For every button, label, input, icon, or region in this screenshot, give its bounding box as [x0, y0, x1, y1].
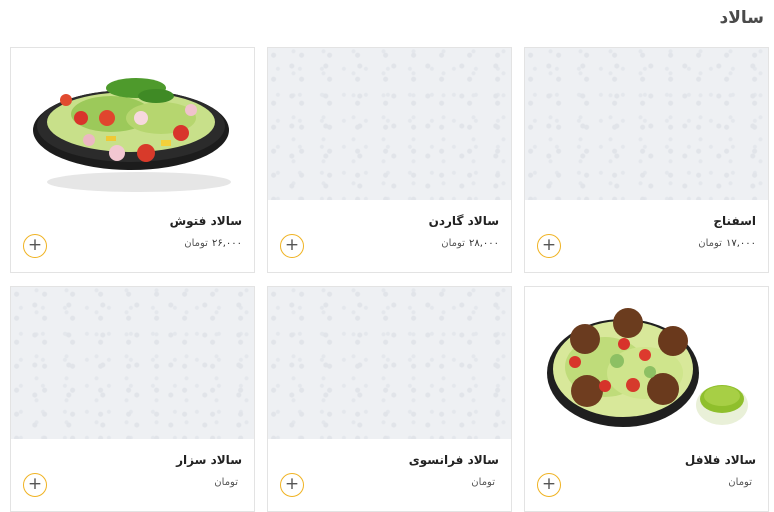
product-card[interactable]: سالاد سزار تومان +	[10, 286, 255, 512]
plus-icon: +	[284, 235, 300, 255]
product-card[interactable]: سالاد گاردن ۲۸,۰۰۰ تومان +	[267, 47, 512, 273]
plus-icon: +	[27, 235, 43, 255]
plus-icon: +	[541, 235, 557, 255]
product-price: ۲۸,۰۰۰ تومان	[441, 238, 499, 249]
plus-icon: +	[27, 474, 43, 494]
product-image-placeholder	[268, 287, 511, 439]
product-card[interactable]: اسفناج ۱۷,۰۰۰ تومان +	[524, 47, 769, 273]
product-card[interactable]: سالاد فتوش ۲۶,۰۰۰ تومان +	[10, 47, 255, 273]
price-currency: تومان	[214, 477, 238, 488]
add-to-cart-button[interactable]: +	[23, 473, 47, 497]
price-amount: ۲۸,۰۰۰	[468, 238, 499, 249]
add-to-cart-button[interactable]: +	[537, 473, 561, 497]
product-card[interactable]: سالاد فلافل تومان +	[524, 286, 769, 512]
product-price: تومان	[471, 477, 499, 488]
add-to-cart-button[interactable]: +	[280, 473, 304, 497]
product-price: ۲۶,۰۰۰ تومان	[184, 238, 242, 249]
product-name: اسفناج	[713, 214, 756, 228]
price-currency: تومان	[728, 477, 752, 488]
plus-icon: +	[284, 474, 300, 494]
price-currency: تومان	[441, 238, 465, 249]
falafel-salad-image	[525, 287, 768, 439]
product-price: ۱۷,۰۰۰ تومان	[698, 238, 756, 249]
product-name: سالاد سزار	[176, 453, 242, 467]
product-name: سالاد فلافل	[684, 453, 756, 467]
plus-icon: +	[541, 474, 557, 494]
product-image-placeholder	[11, 287, 254, 439]
product-name: سالاد گاردن	[428, 214, 499, 228]
fattoush-salad-image	[11, 48, 254, 200]
product-price: تومان	[214, 477, 242, 488]
product-card[interactable]: سالاد فرانسوی تومان +	[267, 286, 512, 512]
price-currency: تومان	[471, 477, 495, 488]
product-name: سالاد فتوش	[169, 214, 242, 228]
product-name: سالاد فرانسوی	[408, 453, 499, 467]
price-amount: ۲۶,۰۰۰	[211, 238, 242, 249]
section-title: سالاد	[719, 8, 764, 28]
product-image-placeholder	[525, 48, 768, 200]
product-image-placeholder	[268, 48, 511, 200]
product-price: تومان	[728, 477, 756, 488]
product-grid: اسفناج ۱۷,۰۰۰ تومان + سالاد گاردن ۲۸,۰۰۰…	[10, 47, 769, 512]
price-currency: تومان	[698, 238, 722, 249]
add-to-cart-button[interactable]: +	[23, 234, 47, 258]
add-to-cart-button[interactable]: +	[280, 234, 304, 258]
price-amount: ۱۷,۰۰۰	[725, 238, 756, 249]
add-to-cart-button[interactable]: +	[537, 234, 561, 258]
price-currency: تومان	[184, 238, 208, 249]
